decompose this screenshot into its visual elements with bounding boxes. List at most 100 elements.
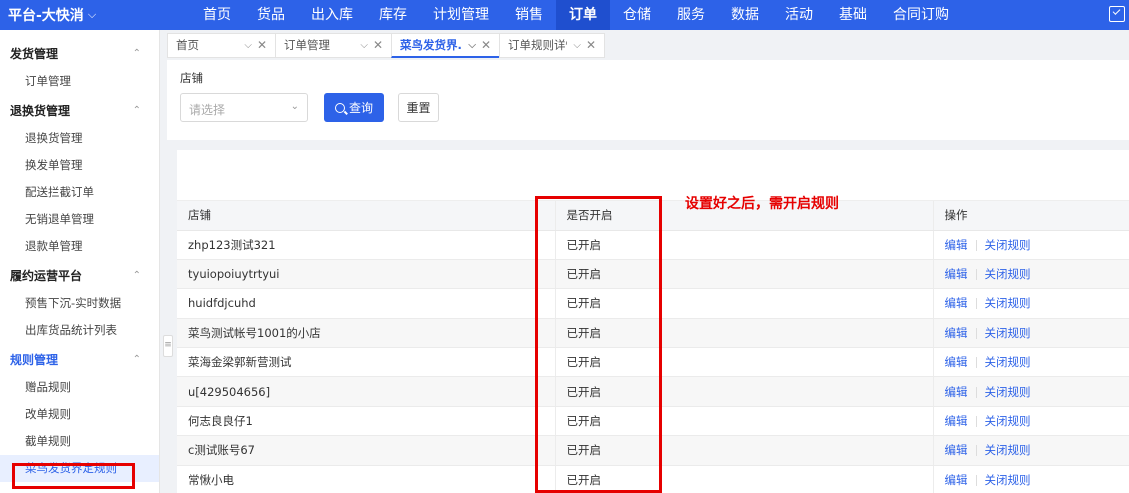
sidebar: 发货管理 ⌃ 订单管理 退换货管理 ⌃ 退换货管理 换发单管理 配送拦截订单 无销退单管理 退款单…: [0, 30, 160, 493]
sidebar-group[interactable]: 退换货管理 ⌃: [0, 95, 159, 125]
sidebar-group-label: 履约运营平台: [10, 268, 83, 283]
table-row: 菜鸟测试帐号1001的小店 已开启 编辑 关闭规则: [177, 318, 1129, 349]
tab-label: 首页: [176, 38, 199, 52]
close-rule-link[interactable]: 关闭规则: [985, 326, 1031, 340]
cell-shop: c测试账号67: [177, 435, 555, 466]
divider: [975, 386, 977, 398]
sidebar-item[interactable]: 出库货品统计列表: [0, 317, 159, 344]
edit-link[interactable]: 编辑: [945, 414, 968, 428]
task-check-icon[interactable]: [1109, 6, 1125, 22]
close-icon[interactable]: ✕: [373, 33, 383, 58]
sidebar-item[interactable]: 预售下沉-实时数据: [0, 290, 159, 317]
edit-link[interactable]: 编辑: [945, 238, 968, 252]
divider: [975, 416, 977, 428]
tab-2[interactable]: 菜鸟发货界... ⌵✕: [391, 33, 500, 58]
cell-ops: 编辑 关闭规则: [932, 435, 1129, 466]
tab-1[interactable]: 订单管理 ⌵ ✕: [275, 33, 392, 58]
reset-button[interactable]: 重置: [398, 93, 439, 122]
cell-ops: 编辑 关闭规则: [932, 347, 1129, 378]
sidebar-item[interactable]: 改单规则: [0, 401, 159, 428]
nav-item-3[interactable]: 库存: [366, 0, 420, 30]
edit-link[interactable]: 编辑: [945, 296, 968, 310]
brand-switcher[interactable]: 平台-大快消 ⌵: [0, 5, 160, 25]
close-rule-link[interactable]: 关闭规则: [985, 385, 1031, 399]
close-rule-link[interactable]: 关闭规则: [985, 238, 1031, 252]
edit-link[interactable]: 编辑: [945, 443, 968, 457]
nav-item-1[interactable]: 货品: [244, 0, 298, 30]
cell-status: 已开启: [554, 347, 933, 378]
edit-link[interactable]: 编辑: [945, 267, 968, 281]
table-header-row: 店铺 是否开启 操作: [177, 201, 1129, 231]
cell-shop: zhp123测试321: [177, 230, 555, 260]
cell-ops: 编辑 关闭规则: [932, 318, 1129, 349]
sidebar-item[interactable]: 截单规则: [0, 428, 159, 455]
sidebar-group[interactable]: 规则管理 ⌃: [0, 344, 159, 374]
tab-3[interactable]: 订单规则详情 ⌵✕: [499, 33, 605, 58]
edit-link[interactable]: 编辑: [945, 473, 968, 487]
nav-item-9[interactable]: 数据: [718, 0, 772, 30]
nav-item-2[interactable]: 出入库: [298, 0, 366, 30]
chevron-down-icon[interactable]: ⌵: [360, 33, 368, 58]
nav-item-12[interactable]: 合同订购: [880, 0, 962, 30]
tab-0[interactable]: 首页 ⌵ ✕: [167, 33, 276, 58]
nav-item-4[interactable]: 计划管理: [420, 0, 502, 30]
chevron-up-icon: ⌃: [132, 47, 141, 59]
close-icon[interactable]: ✕: [586, 33, 596, 58]
close-rule-link[interactable]: 关闭规则: [985, 355, 1031, 369]
chevron-down-icon[interactable]: ⌵: [244, 33, 252, 58]
table-row: c测试账号67 已开启 编辑 关闭规则: [177, 435, 1129, 466]
sidebar-item[interactable]: 退换货管理: [0, 125, 159, 152]
cell-ops: 编辑 关闭规则: [932, 259, 1129, 290]
sidebar-group[interactable]: 发货管理 ⌃: [0, 38, 159, 68]
rules-table-panel: 店铺 是否开启 操作 zhp123测试321 已开启 编辑 关闭规则 tyuiopoiu…: [177, 150, 1129, 493]
chevron-down-icon[interactable]: ⌵: [573, 33, 581, 58]
nav-item-6[interactable]: 订单: [556, 0, 610, 30]
close-icon[interactable]: ✕: [257, 33, 267, 58]
nav-item-8[interactable]: 服务: [664, 0, 718, 30]
close-rule-link[interactable]: 关闭规则: [985, 473, 1031, 487]
sidebar-item[interactable]: 订单管理: [0, 68, 159, 95]
sidebar-group-label: 退换货管理: [10, 103, 71, 118]
sidebar-item[interactable]: 无销退单管理: [0, 206, 159, 233]
sidebar-item[interactable]: 换发单管理: [0, 152, 159, 179]
edit-link[interactable]: 编辑: [945, 355, 968, 369]
query-button[interactable]: 查询: [324, 93, 384, 122]
nav-item-10[interactable]: 活动: [772, 0, 826, 30]
header-ops: 操作: [932, 201, 1129, 231]
table-row: huidfdjcuhd 已开启 编辑 关闭规则: [177, 288, 1129, 319]
nav-item-5[interactable]: 销售: [502, 0, 556, 30]
sidebar-group[interactable]: 履约运营平台 ⌃: [0, 260, 159, 290]
close-icon[interactable]: ✕: [481, 33, 491, 58]
sidebar-collapse-handle[interactable]: ≡: [163, 335, 173, 357]
sidebar-item[interactable]: 配送拦截订单: [0, 179, 159, 206]
cell-shop: tyuiopoiuytrtyui: [177, 259, 555, 290]
cell-ops: 编辑 关闭规则: [932, 288, 1129, 319]
chevron-up-icon: ⌃: [132, 269, 141, 281]
chevron-down-icon[interactable]: ⌵: [468, 33, 476, 58]
close-rule-link[interactable]: 关闭规则: [985, 296, 1031, 310]
close-rule-link[interactable]: 关闭规则: [985, 443, 1031, 457]
sidebar-item[interactable]: 赠品规则: [0, 374, 159, 401]
tab-label: 菜鸟发货界...: [400, 37, 462, 52]
nav-item-11[interactable]: 基础: [826, 0, 880, 30]
cell-status: 已开启: [554, 318, 933, 349]
cell-status: 已开启: [554, 435, 933, 466]
divider: [975, 269, 977, 281]
sidebar-item[interactable]: 菜鸟发货界定规则: [0, 455, 159, 482]
cell-shop: u[429504656]: [177, 376, 555, 407]
cell-ops: 编辑 关闭规则: [932, 406, 1129, 437]
divider: [975, 357, 977, 369]
cell-status: 已开启: [554, 406, 933, 437]
cell-status: 已开启: [554, 259, 933, 290]
edit-link[interactable]: 编辑: [945, 326, 968, 340]
sidebar-item[interactable]: 退款单管理: [0, 233, 159, 260]
header-shop: 店铺: [177, 201, 555, 231]
cell-status: 已开启: [554, 376, 933, 407]
edit-link[interactable]: 编辑: [945, 385, 968, 399]
close-rule-link[interactable]: 关闭规则: [985, 414, 1031, 428]
table-row: zhp123测试321 已开启 编辑 关闭规则: [177, 230, 1129, 260]
shop-select[interactable]: 请选择 ⌄: [180, 93, 308, 122]
close-rule-link[interactable]: 关闭规则: [985, 267, 1031, 281]
nav-item-7[interactable]: 仓储: [610, 0, 664, 30]
nav-item-0[interactable]: 首页: [190, 0, 244, 30]
